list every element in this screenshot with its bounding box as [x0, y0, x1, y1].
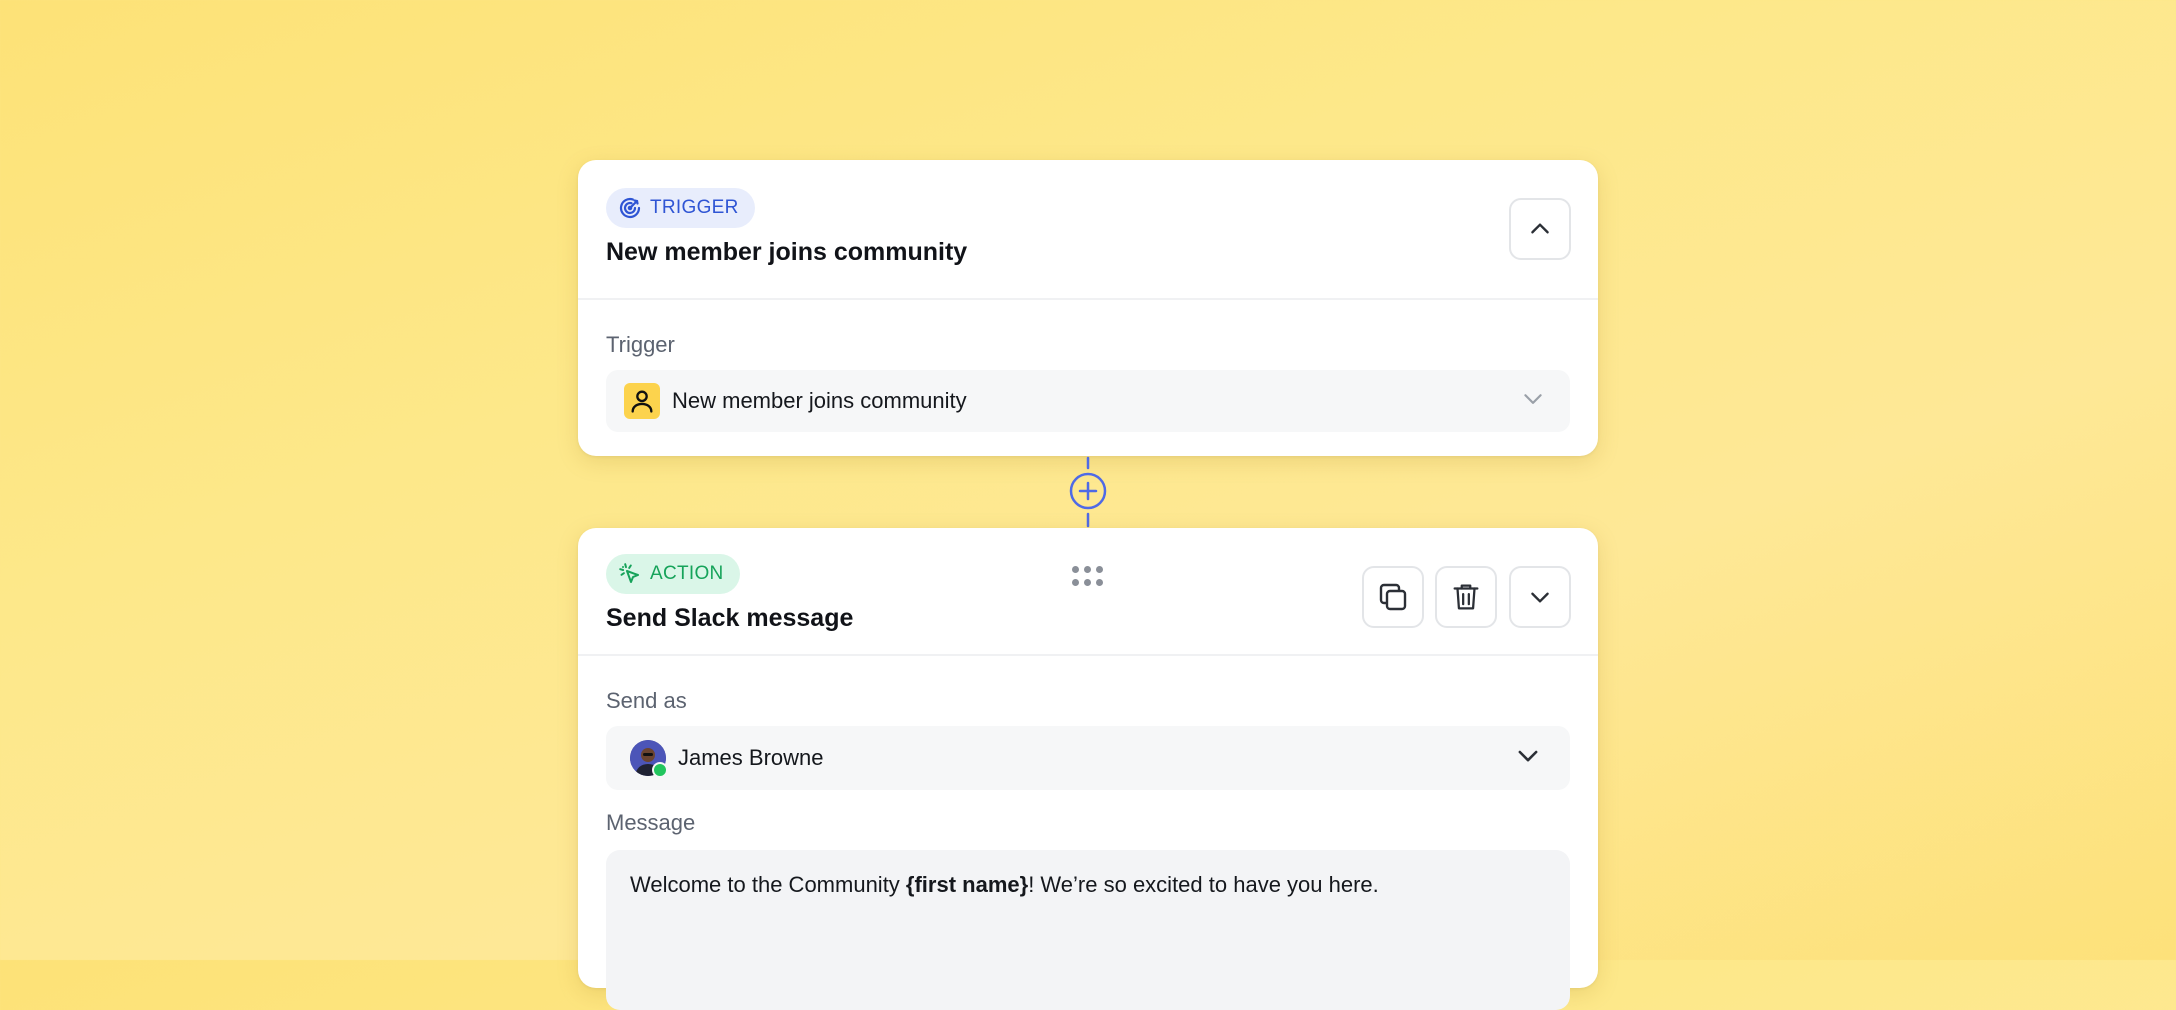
trigger-badge-label: TRIGGER: [650, 197, 739, 218]
chevron-down-icon: [1527, 584, 1553, 610]
chevron-down-icon: [1514, 742, 1542, 775]
trigger-select[interactable]: New member joins community: [606, 370, 1570, 432]
trigger-select-value: New member joins community: [672, 388, 967, 413]
trash-icon: [1449, 580, 1483, 614]
trigger-card: TRIGGER New member joins community Trigg…: [578, 160, 1598, 456]
action-badge: ACTION: [606, 554, 740, 594]
target-icon: [618, 196, 642, 220]
trigger-field-label: Trigger: [606, 332, 675, 357]
trigger-badge: TRIGGER: [606, 188, 755, 228]
cursor-click-icon: [618, 562, 642, 586]
action-card-header[interactable]: ACTION Send Slack message: [578, 528, 1598, 656]
message-variable: {first name}: [905, 872, 1029, 897]
action-badge-label: ACTION: [650, 563, 724, 584]
message-text-prefix: Welcome to the Community: [630, 872, 906, 897]
drag-handle-icon[interactable]: [1072, 566, 1106, 588]
online-status-dot: [652, 762, 668, 778]
collapse-button[interactable]: [1509, 198, 1571, 260]
action-card: ACTION Send Slack message Send as James …: [578, 528, 1598, 1010]
person-icon: [624, 383, 660, 419]
expand-button[interactable]: [1509, 566, 1571, 628]
avatar: [630, 740, 668, 778]
message-text-suffix: ! We’re so excited to have you here.: [1028, 872, 1379, 897]
chevron-up-icon: [1527, 216, 1553, 242]
send-as-value: James Browne: [678, 745, 824, 770]
send-as-label: Send as: [606, 688, 687, 713]
delete-button[interactable]: [1435, 566, 1497, 628]
chevron-down-icon: [1520, 386, 1546, 417]
add-step-connector[interactable]: [1069, 456, 1107, 528]
message-input[interactable]: Welcome to the Community {first name}! W…: [606, 850, 1570, 1010]
trigger-card-header[interactable]: TRIGGER New member joins community: [578, 160, 1598, 300]
copy-icon: [1375, 579, 1411, 615]
trigger-title: New member joins community: [606, 238, 968, 266]
message-label: Message: [606, 810, 696, 835]
send-as-select[interactable]: James Browne: [606, 726, 1570, 790]
duplicate-button[interactable]: [1362, 566, 1424, 628]
action-title: Send Slack message: [606, 604, 854, 632]
